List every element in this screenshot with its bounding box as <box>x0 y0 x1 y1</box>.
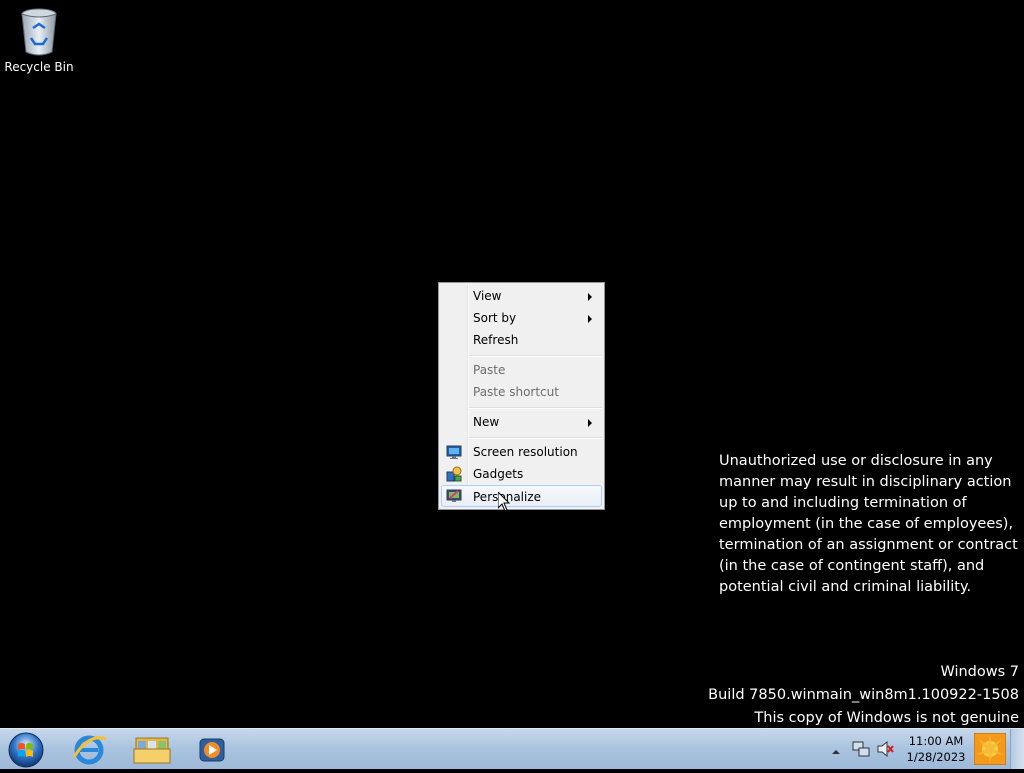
menu-item-label: Sort by <box>473 311 517 325</box>
windows-explorer-icon <box>133 737 171 764</box>
menu-item-new[interactable]: New <box>441 411 602 433</box>
menu-item-label: View <box>473 289 502 303</box>
taskbar-media-player[interactable] <box>186 731 240 767</box>
taskbar-internet-explorer[interactable] <box>62 731 116 767</box>
menu-item-screen-resolution[interactable]: Screen resolution <box>441 441 602 463</box>
menu-item-sort-by[interactable]: Sort by <box>441 307 602 329</box>
start-button[interactable] <box>6 731 46 769</box>
show-desktop-button[interactable] <box>1010 729 1024 769</box>
desktop-icon-recycle-bin[interactable]: Recycle Bin <box>4 6 74 74</box>
taskbar-windows-explorer[interactable] <box>124 731 178 767</box>
watermark-genuine: This copy of Windows is not genuine <box>754 710 1019 726</box>
show-hidden-icons-button[interactable] <box>830 743 842 755</box>
network-icon <box>852 741 870 757</box>
network-tray-button[interactable] <box>852 740 870 758</box>
menu-item-label: New <box>473 415 500 429</box>
monitor-icon <box>446 444 462 460</box>
media-player-icon <box>199 738 225 762</box>
menu-item-paste[interactable]: Paste <box>441 359 602 381</box>
submenu-arrow-icon <box>588 419 592 427</box>
gadgets-icon <box>446 466 462 482</box>
menu-item-label: Screen resolution <box>473 445 578 459</box>
menu-item-label: Refresh <box>473 333 519 347</box>
watermark-build: Build 7850.winmain_win8m1.100922-1508 <box>708 687 1019 703</box>
menu-item-label: Paste shortcut <box>473 385 559 399</box>
windows-watermark: Windows 7 Build 7850.winmain_win8m1.1009… <box>708 661 1019 730</box>
submenu-arrow-icon <box>588 315 592 323</box>
taskbar: 11:00 AM 1/28/2023 <box>0 728 1024 769</box>
internet-explorer-icon <box>72 735 107 765</box>
personalize-icon <box>446 488 462 504</box>
menu-separator <box>469 407 602 409</box>
clock-date: 1/28/2023 <box>906 750 966 764</box>
menu-item-gadgets[interactable]: Gadgets <box>441 463 602 485</box>
recycle-bin-label: Recycle Bin <box>4 60 74 74</box>
volume-muted-icon <box>877 740 894 758</box>
submenu-arrow-icon <box>588 293 592 301</box>
flower-avatar-icon <box>973 732 1007 766</box>
desktop-context-menu: View Sort by Refresh Paste Paste shortcu… <box>438 282 605 510</box>
menu-item-label: Paste <box>473 363 506 377</box>
legal-notice: Unauthorized use or disclosure in any ma… <box>719 453 1018 595</box>
menu-item-personalize[interactable]: Personalize <box>441 485 602 507</box>
menu-item-refresh[interactable]: Refresh <box>441 329 602 351</box>
clock-time: 11:00 AM <box>908 734 964 748</box>
user-picture <box>973 732 1007 766</box>
menu-item-label: Gadgets <box>473 467 524 481</box>
menu-separator <box>469 437 602 439</box>
mouse-pointer-icon <box>497 490 511 512</box>
volume-tray-button[interactable] <box>876 740 894 758</box>
taskbar-clock[interactable]: 11:00 AM 1/28/2023 <box>905 733 967 765</box>
menu-item-view[interactable]: View <box>441 285 602 307</box>
menu-item-paste-shortcut[interactable]: Paste shortcut <box>441 381 602 403</box>
watermark-os: Windows 7 <box>940 664 1019 680</box>
recycle-bin-icon <box>19 6 59 58</box>
menu-separator <box>469 355 602 357</box>
chevron-up-icon <box>832 750 840 754</box>
